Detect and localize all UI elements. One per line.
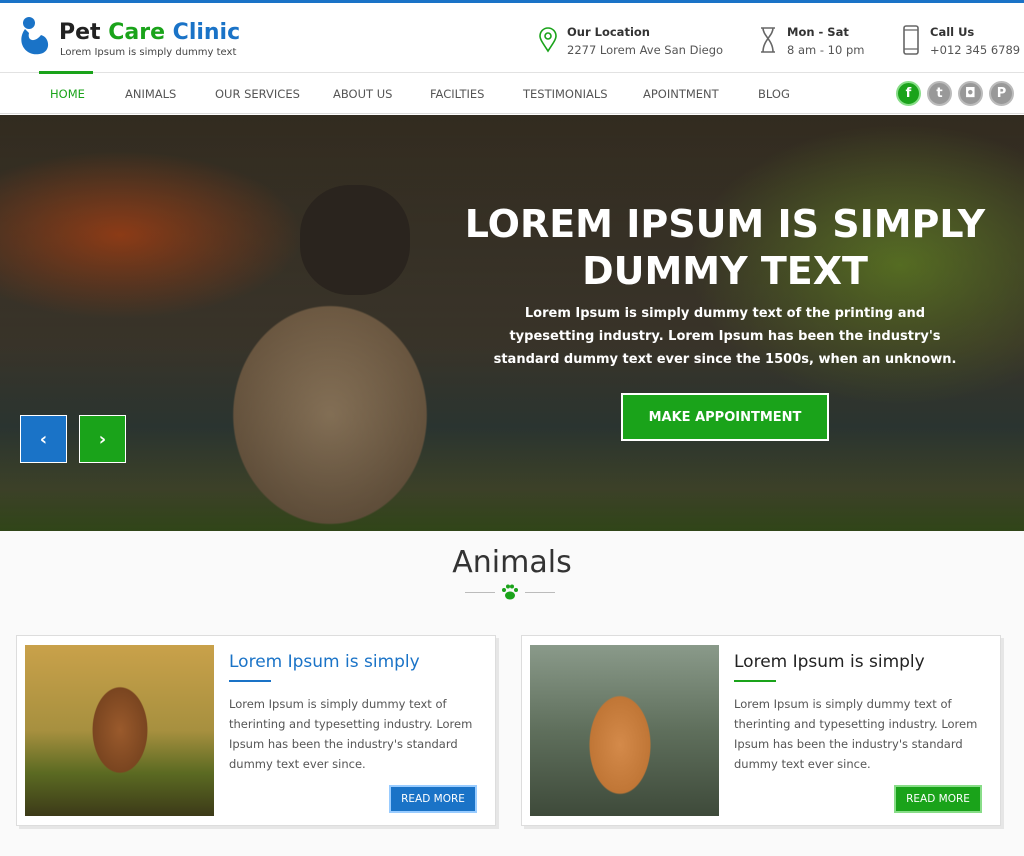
info-text: 8 am - 10 pm <box>787 43 865 57</box>
animal-card: Lorem Ipsum is simply Lorem Ipsum is sim… <box>521 635 1001 826</box>
location-pin-icon <box>537 25 559 55</box>
animals-section: Animals Lorem Ipsum is simply Lorem Ipsu… <box>0 531 1024 856</box>
nav-blog[interactable]: BLOG <box>758 87 790 101</box>
phone-info: Call Us +012 345 6789 <box>900 25 1020 57</box>
nav-about-us[interactable]: ABOUT US <box>333 87 392 101</box>
hours-info: Mon - Sat 8 am - 10 pm <box>757 25 864 57</box>
location-info: Our Location 2277 Lorem Ave San Diego <box>537 25 723 57</box>
dog-image <box>25 645 214 816</box>
paw-icon <box>502 584 518 600</box>
make-appointment-button[interactable]: MAKE APPOINTMENT <box>621 393 829 441</box>
section-divider <box>465 583 555 603</box>
hourglass-icon <box>757 25 779 55</box>
header: Pet Care Clinic Lorem Ipsum is simply du… <box>0 3 1024 73</box>
social-links: f t ◘ P <box>896 81 1014 106</box>
info-title: Our Location <box>567 25 650 39</box>
nav-facilities[interactable]: FACILTIES <box>430 87 484 101</box>
info-title: Mon - Sat <box>787 25 849 39</box>
nav-home[interactable]: HOME <box>50 87 85 101</box>
card-text: Lorem Ipsum is simply dummy text of ther… <box>229 697 473 771</box>
card-title[interactable]: Lorem Ipsum is simply <box>734 652 925 672</box>
main-nav: HOME ANIMALS OUR SERVICES ABOUT US FACIL… <box>0 71 1024 114</box>
cat-image <box>530 645 719 816</box>
pug-image <box>300 185 410 295</box>
nav-our-services[interactable]: OUR SERVICES <box>215 87 300 101</box>
phone-icon <box>900 25 922 55</box>
brand-tagline: Lorem Ipsum is simply dummy text <box>60 47 237 58</box>
section-title: Animals <box>452 545 572 580</box>
prev-slide-button[interactable]: ‹ <box>20 415 67 463</box>
next-slide-button[interactable]: › <box>79 415 126 463</box>
card-title[interactable]: Lorem Ipsum is simply <box>229 652 420 672</box>
hero-title: LOREM IPSUM IS SIMPLY DUMMY TEXT <box>464 202 986 293</box>
title-underline <box>229 680 271 682</box>
card-text: Lorem Ipsum is simply dummy text of ther… <box>734 697 978 771</box>
active-indicator <box>39 71 93 74</box>
instagram-icon[interactable]: ◘ <box>958 81 983 106</box>
nav-appointment[interactable]: APOINTMENT <box>643 87 719 101</box>
pinterest-icon[interactable]: P <box>989 81 1014 106</box>
brand-name[interactable]: Pet Care Clinic <box>59 20 240 45</box>
animal-card: Lorem Ipsum is simply Lorem Ipsum is sim… <box>16 635 496 826</box>
read-more-button[interactable]: READ MORE <box>389 785 477 813</box>
nav-animals[interactable]: ANIMALS <box>125 87 176 101</box>
info-text: +012 345 6789 <box>930 43 1021 57</box>
read-more-button[interactable]: READ MORE <box>894 785 982 813</box>
twitter-icon[interactable]: t <box>927 81 952 106</box>
nav-testimonials[interactable]: TESTIMONIALS <box>523 87 608 101</box>
info-text: 2277 Lorem Ave San Diego <box>567 43 724 57</box>
info-title: Call Us <box>930 25 975 39</box>
title-underline <box>734 680 776 682</box>
hero-text: Lorem Ipsum is simply dummy text of the … <box>493 306 957 367</box>
facebook-icon[interactable]: f <box>896 81 921 106</box>
hero-banner: LOREM IPSUM IS SIMPLY DUMMY TEXT Lorem I… <box>0 115 1024 531</box>
pet-logo-icon[interactable] <box>19 15 51 59</box>
